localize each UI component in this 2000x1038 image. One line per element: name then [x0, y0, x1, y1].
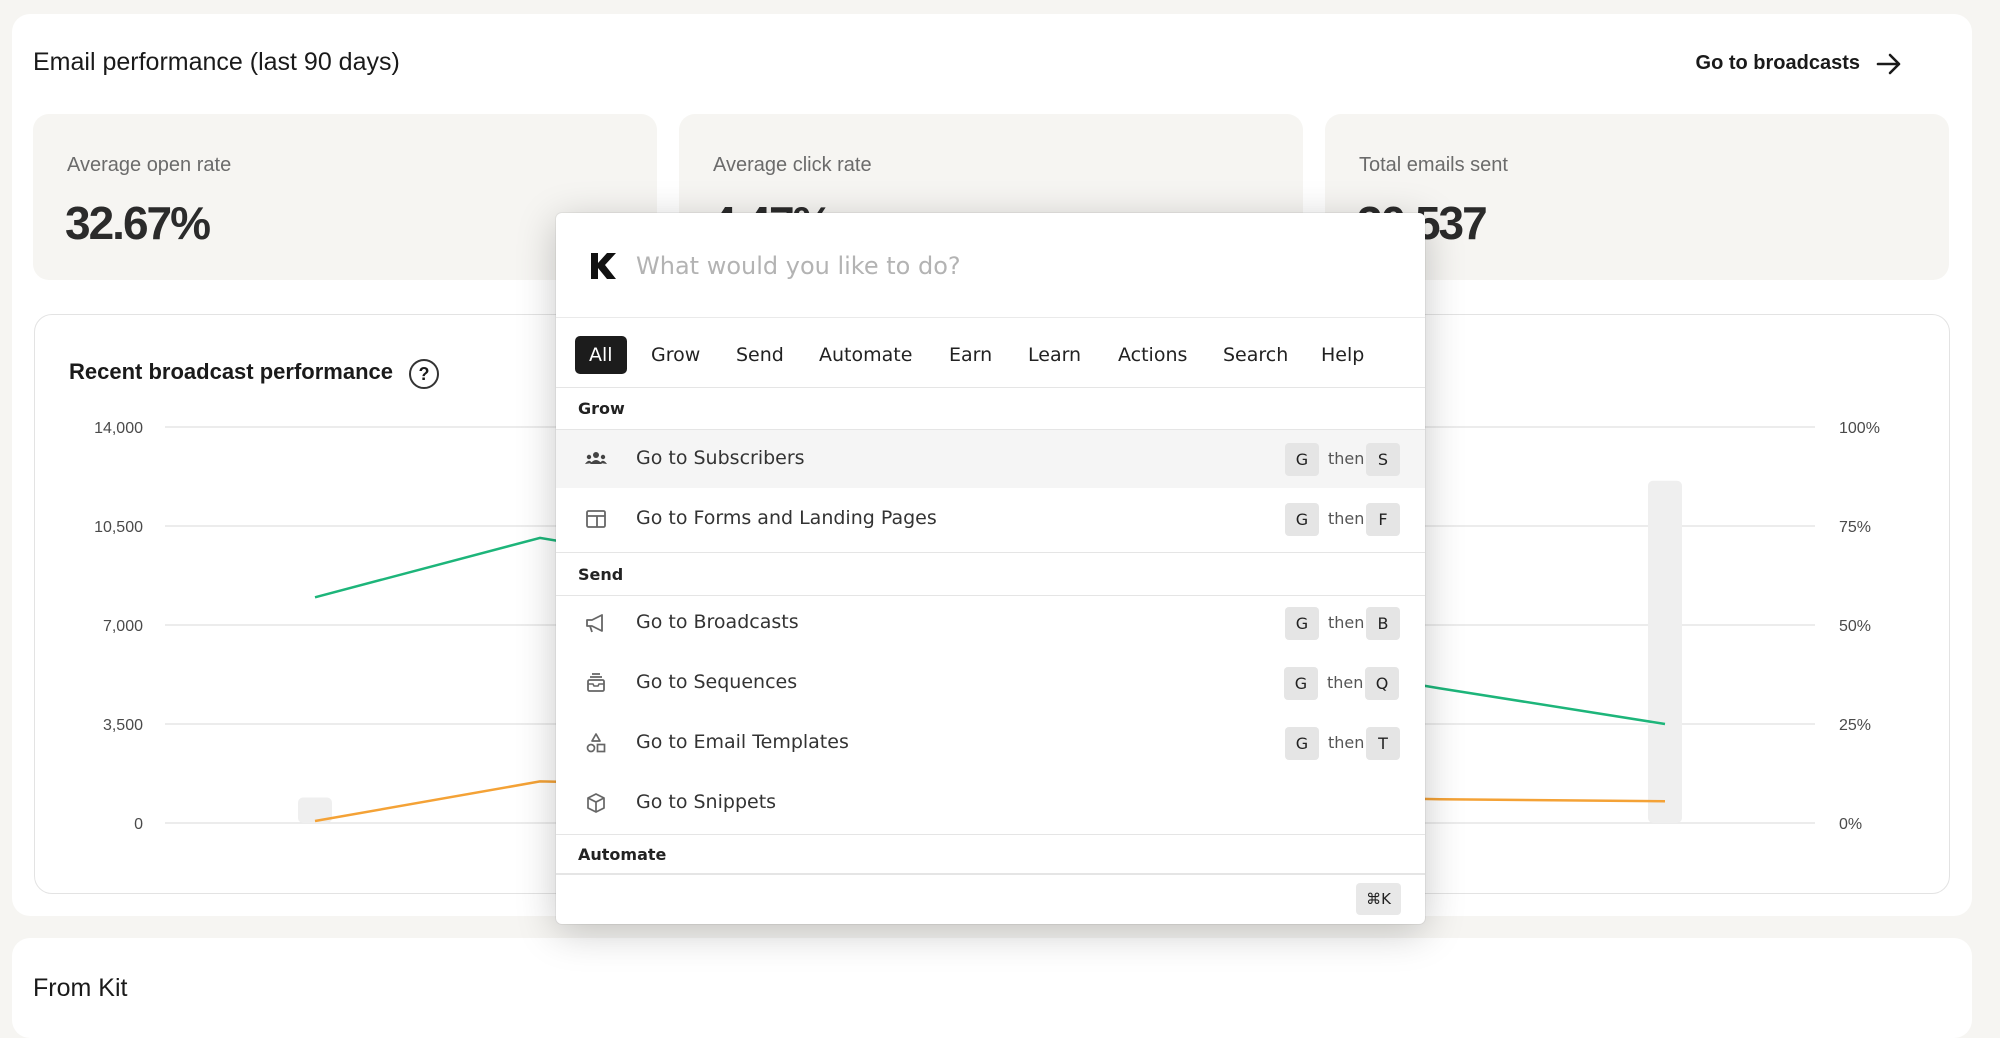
go-to-broadcasts-label: Go to broadcasts	[1695, 52, 1860, 74]
tab-help[interactable]: Help	[1307, 336, 1378, 374]
key-s: S	[1366, 443, 1400, 476]
palette-footer: ⌘K	[556, 874, 1425, 924]
chart-bar	[1648, 480, 1682, 823]
key-t: T	[1366, 727, 1400, 760]
tab-earn[interactable]: Earn	[935, 336, 1006, 374]
users-icon	[585, 452, 607, 464]
right-tick-label: 75%	[1839, 519, 1871, 536]
megaphone-icon	[586, 614, 603, 633]
tab-learn[interactable]: Learn	[1014, 336, 1095, 374]
stat-label: Total emails sent	[1359, 154, 1508, 176]
stack-icon	[587, 673, 605, 692]
stat-value: 32.67%	[65, 197, 211, 249]
palette-search-bar	[556, 213, 1425, 318]
stat-label: Average click rate	[713, 154, 872, 176]
section-grow: Grow	[556, 387, 1425, 430]
tab-grow[interactable]: Grow	[637, 336, 714, 374]
layout-icon	[586, 510, 606, 528]
tab-search[interactable]: Search	[1209, 336, 1302, 374]
command-palette: All Grow Send Automate Earn Learn Action…	[556, 213, 1425, 924]
command-go-to-sequences[interactable]: Go to Sequences G then Q	[556, 654, 1425, 712]
section-label: Send	[578, 565, 624, 584]
go-to-broadcasts-link[interactable]: Go to broadcasts	[1696, 52, 1902, 75]
email-performance-title: Email performance (last 90 days)	[33, 48, 400, 76]
left-tick-label: 14,000	[94, 420, 143, 437]
then-text: then	[1328, 613, 1365, 632]
command-label: Go to Sequences	[636, 671, 798, 693]
section-label: Automate	[578, 845, 667, 864]
key-g: G	[1285, 607, 1319, 640]
help-icon[interactable]: ?	[409, 359, 439, 389]
tab-automate[interactable]: Automate	[805, 336, 926, 374]
from-kit-title: From Kit	[33, 974, 128, 1002]
cube-icon	[587, 793, 605, 813]
key-g: G	[1285, 503, 1319, 536]
left-tick-label: 3,500	[103, 717, 143, 734]
command-label: Go to Email Templates	[636, 731, 849, 753]
stat-label: Average open rate	[67, 154, 232, 176]
left-tick-label: 10,500	[94, 519, 143, 536]
then-text: then	[1328, 449, 1365, 468]
command-label: Go to Forms and Landing Pages	[636, 507, 937, 529]
section-send: Send	[556, 552, 1425, 596]
right-tick-label: 25%	[1839, 717, 1871, 734]
then-text: then	[1328, 509, 1365, 528]
left-tick-label: 0	[134, 816, 143, 833]
right-tick-label: 0%	[1839, 816, 1862, 833]
key-g: G	[1284, 667, 1318, 700]
key-q: Q	[1365, 667, 1399, 700]
kit-logo-icon	[591, 253, 616, 279]
then-text: then	[1327, 673, 1364, 692]
shapes-icon	[586, 733, 606, 753]
tab-send[interactable]: Send	[722, 336, 798, 374]
command-go-to-forms[interactable]: Go to Forms and Landing Pages G then F	[556, 490, 1425, 548]
key-g: G	[1285, 727, 1319, 760]
command-label: Go to Subscribers	[636, 447, 805, 469]
command-label: Go to Snippets	[636, 791, 777, 813]
command-go-to-subscribers[interactable]: Go to Subscribers G then S	[556, 430, 1425, 488]
then-text: then	[1328, 733, 1365, 752]
key-b: B	[1366, 607, 1400, 640]
section-label: Grow	[578, 399, 625, 418]
key-f: F	[1366, 503, 1400, 536]
key-g: G	[1285, 443, 1319, 476]
chart-title: Recent broadcast performance	[69, 359, 393, 384]
command-k-shortcut: ⌘K	[1356, 883, 1401, 915]
command-go-to-email-templates[interactable]: Go to Email Templates G then T	[556, 714, 1425, 772]
palette-tabs: All Grow Send Automate Earn Learn Action…	[556, 317, 1425, 388]
command-go-to-snippets[interactable]: Go to Snippets	[556, 774, 1425, 832]
left-tick-label: 7,000	[103, 618, 143, 635]
arrow-right-icon	[1876, 53, 1901, 74]
right-tick-label: 50%	[1839, 618, 1871, 635]
command-search-input[interactable]	[634, 243, 1378, 289]
tab-all[interactable]: All	[575, 336, 627, 374]
right-tick-label: 100%	[1839, 420, 1880, 437]
from-kit-panel: From Kit	[12, 938, 1972, 1038]
command-label: Go to Broadcasts	[636, 611, 799, 633]
tab-actions[interactable]: Actions	[1104, 336, 1201, 374]
command-go-to-broadcasts[interactable]: Go to Broadcasts G then B	[556, 594, 1425, 652]
section-automate: Automate	[556, 834, 1425, 874]
